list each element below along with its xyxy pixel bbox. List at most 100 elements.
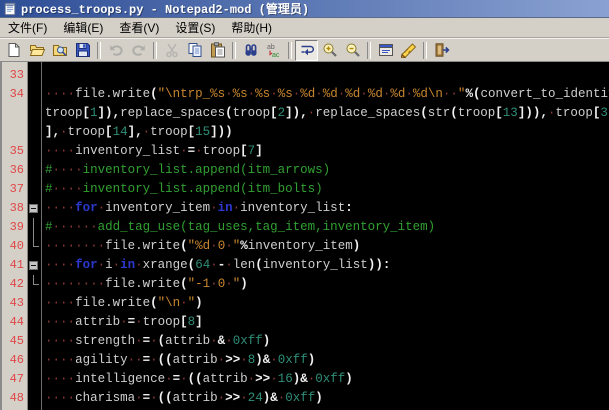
redo-button	[127, 40, 150, 61]
view-schemes-icon	[378, 42, 394, 58]
fold-margin	[27, 180, 41, 199]
toolbar-separator	[97, 41, 101, 59]
code-line-text: ····file.write("\n·")	[45, 296, 203, 310]
code-row: 35 ····inventory_list·=·troop[7]	[2, 142, 609, 161]
code-row: 47 ····intelligence·=·((attrib·>>·16)&·0x…	[2, 370, 609, 389]
fold-margin	[27, 313, 41, 332]
line-number: 45	[9, 334, 24, 348]
code-line-text: ········file.write("-1·0·")	[45, 277, 248, 291]
menu-item-edit[interactable]: 编辑(E)	[55, 17, 111, 38]
code-line-text: ····agility··=·((attrib·>>·8)&·0xff)	[45, 353, 316, 367]
menu-item-view[interactable]: 查看(V)	[111, 17, 167, 38]
cut-button	[160, 40, 183, 61]
view-schemes-button[interactable]	[374, 40, 397, 61]
svg-text:ab: ab	[267, 44, 275, 51]
line-number: 33	[9, 68, 24, 82]
code-row: 48 ····charisma·=·((attrib·>>·24)&·0xff)	[2, 389, 609, 408]
toolbar-separator	[153, 41, 157, 59]
customize-schemes-icon	[400, 42, 417, 58]
menu-bar: 文件(F) 编辑(E) 查看(V) 设置(S) 帮助(H)	[0, 18, 609, 38]
code-row: 36 #····inventory_list.append(itm_arrows)	[2, 161, 609, 180]
toolbar-separator	[288, 41, 292, 59]
replace-button[interactable]: ab ac	[262, 40, 285, 61]
browse-file-button[interactable]	[48, 40, 71, 61]
line-number: 42	[9, 277, 24, 291]
fold-margin	[27, 218, 41, 237]
window-title: process_troops.py - Notepad2-mod (管理员)	[21, 3, 310, 17]
new-file-button[interactable]	[2, 40, 25, 61]
browse-file-icon	[52, 42, 68, 58]
editor[interactable]: 33 34 ····file.write("\ntrp_%s·%s·%s·%s·%d…	[0, 62, 609, 410]
fold-margin	[27, 104, 41, 123]
code-line-text: #······add_tag_use(tag_uses,tag_item,inv…	[45, 220, 436, 234]
word-wrap-icon	[299, 42, 315, 58]
code-row: 38 ····for·inventory_item·in·inventory_li…	[2, 199, 609, 218]
save-file-icon	[75, 42, 91, 58]
code-row: 33	[2, 66, 609, 85]
code-line-text: ········file.write("%d·0·"%inventory_ite…	[45, 239, 361, 253]
code-line-text: ····for·inventory_item·in·inventory_list…	[45, 201, 353, 215]
code-line-text: ····intelligence·=·((attrib·>>·16)&·0xff…	[45, 372, 353, 386]
toolbar-separator	[232, 41, 236, 59]
code-line-text: ····file.write("\ntrp_%s·%s·%s·%s·%d·%d·…	[45, 87, 609, 101]
cut-icon	[164, 42, 180, 58]
line-number: 36	[9, 163, 24, 177]
fold-margin	[27, 123, 41, 142]
code-line-text: #····inventory_list.append(itm_bolts)	[45, 182, 323, 196]
fold-margin	[27, 332, 41, 351]
code-line-text: ····inventory_list·=·troop[7]	[45, 144, 263, 158]
title-bar: process_troops.py - Notepad2-mod (管理员)	[0, 0, 609, 18]
zoom-in-icon	[322, 42, 338, 58]
code-area: 33 34 ····file.write("\ntrp_%s·%s·%s·%s·%d…	[2, 66, 609, 408]
line-number: 44	[9, 315, 24, 329]
zoom-in-button[interactable]	[318, 40, 341, 61]
open-file-button[interactable]	[25, 40, 48, 61]
fold-margin	[27, 85, 41, 104]
zoom-out-button[interactable]	[341, 40, 364, 61]
toolbar-separator	[423, 41, 427, 59]
line-number: 40	[9, 239, 24, 253]
code-line-text: ],·troop[14],·troop[15]))	[45, 125, 233, 139]
exit-icon	[434, 42, 450, 58]
fold-collapse-icon[interactable]	[27, 199, 41, 218]
line-number: 48	[9, 391, 24, 405]
redo-icon	[131, 42, 147, 58]
save-file-button[interactable]	[71, 40, 94, 61]
line-number: 41	[9, 258, 24, 272]
copy-icon	[187, 42, 203, 58]
fold-margin	[27, 294, 41, 313]
find-button[interactable]	[239, 40, 262, 61]
fold-collapse-icon[interactable]	[27, 256, 41, 275]
code-line-text: #····inventory_list.append(itm_arrows)	[45, 163, 331, 177]
notepad2-icon	[4, 2, 16, 15]
code-line-text: ····charisma·=·((attrib·>>·24)&·0xff)	[45, 391, 323, 405]
menu-item-help[interactable]: 帮助(H)	[223, 17, 280, 38]
menu-item-file[interactable]: 文件(F)	[0, 17, 55, 38]
new-file-icon	[6, 42, 22, 58]
paste-icon	[210, 42, 226, 58]
zoom-out-icon	[345, 42, 361, 58]
undo-icon	[108, 42, 124, 58]
notepad2-window: process_troops.py - Notepad2-mod (管理员) 文…	[0, 0, 609, 410]
code-row: 40 ········file.write("%d·0·"%inventory_i…	[2, 237, 609, 256]
fold-margin	[27, 275, 41, 294]
line-number	[2, 123, 27, 142]
line-number: 35	[9, 144, 24, 158]
line-number: 47	[9, 372, 24, 386]
copy-button[interactable]	[183, 40, 206, 61]
line-number	[2, 104, 27, 123]
fold-margin	[27, 161, 41, 180]
code-row: troop[1]),replace_spaces(troop[2]),·repl…	[2, 104, 609, 123]
toolbar-separator	[367, 41, 371, 59]
customize-schemes-button[interactable]	[397, 40, 420, 61]
menu-item-settings[interactable]: 设置(S)	[167, 17, 223, 38]
line-number: 38	[9, 201, 24, 215]
code-row: 34 ····file.write("\ntrp_%s·%s·%s·%s·%d·%…	[2, 85, 609, 104]
line-number: 43	[9, 296, 24, 310]
word-wrap-button[interactable]	[295, 39, 318, 61]
undo-button	[104, 40, 127, 61]
exit-button[interactable]	[430, 40, 453, 61]
code-row: 46 ····agility··=·((attrib·>>·8)&·0xff)	[2, 351, 609, 370]
paste-button[interactable]	[206, 40, 229, 61]
